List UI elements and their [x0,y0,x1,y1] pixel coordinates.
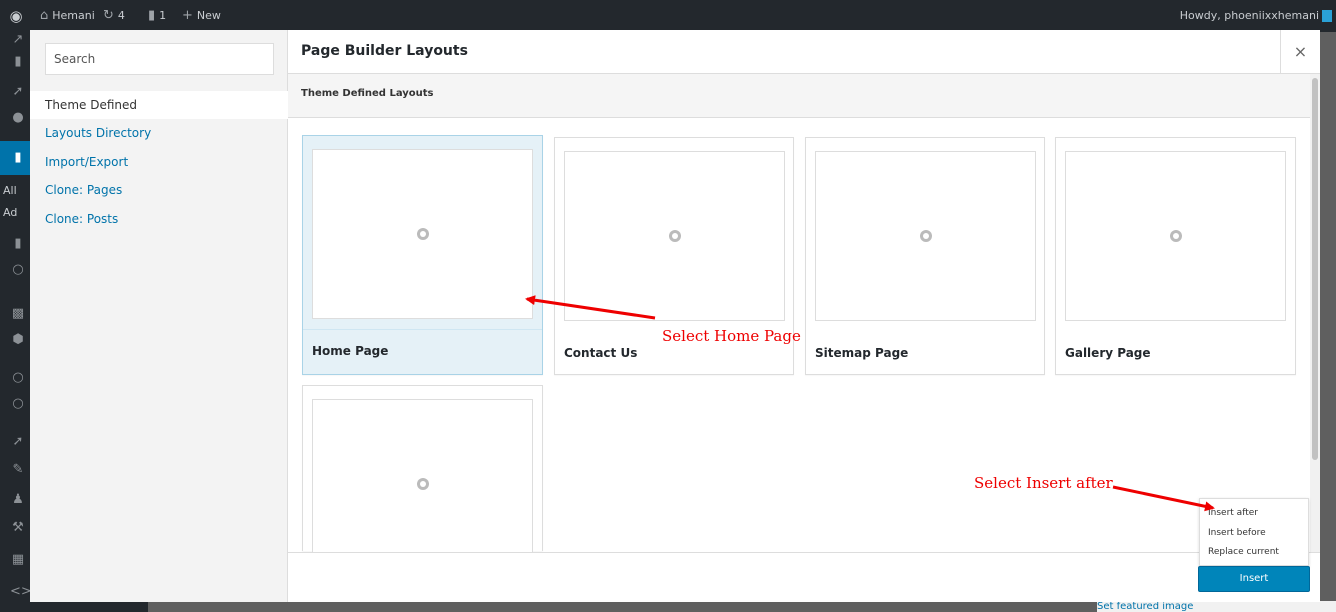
arrow-to-home-page [525,295,656,320]
annotation-arrows [525,295,1215,512]
arrow-to-insert-after [1112,485,1215,512]
